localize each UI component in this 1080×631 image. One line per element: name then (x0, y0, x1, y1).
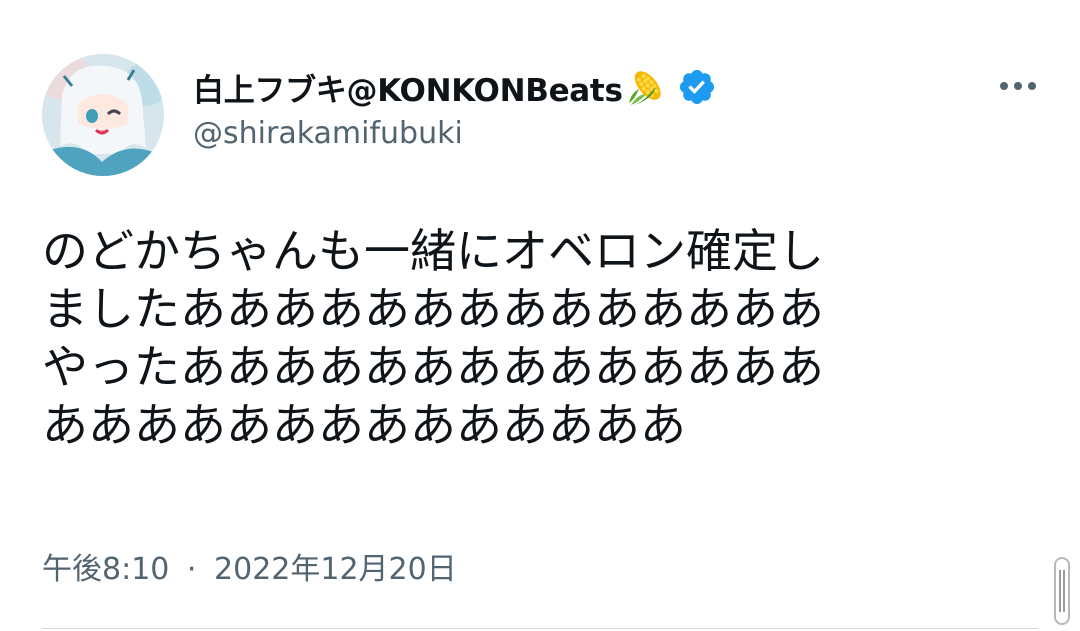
tweet-timestamp[interactable]: 午後8:10 · 2022年12月20日 (42, 544, 457, 588)
timestamp-separator: · (186, 552, 197, 587)
tweet-text-line: ああああああああああああああ (42, 398, 686, 452)
timestamp-date[interactable]: 2022年12月20日 (214, 552, 457, 587)
more-dots-icon (1000, 82, 1036, 90)
scrollbar-grip-icon (1054, 557, 1070, 625)
author-name-row[interactable]: 白上フブキ@KONKONBeats (193, 65, 717, 110)
avatar-image (42, 54, 164, 176)
avatar[interactable] (42, 54, 164, 176)
verified-badge-icon (677, 67, 717, 107)
timestamp-time[interactable]: 午後8:10 (42, 552, 169, 587)
scrollbar-handle[interactable] (1052, 556, 1072, 626)
author-handle[interactable]: @shirakamifubuki (193, 116, 463, 151)
tweet-text: のどかちゃんも一緒にオベロン確定し ましたああああああああああああああ やったあ… (42, 222, 1032, 454)
divider (42, 628, 1038, 629)
tweet-text-line: のどかちゃんも一緒にオベロン確定し (42, 224, 824, 278)
author-display-name[interactable]: 白上フブキ@KONKONBeats (193, 65, 623, 110)
corn-icon (625, 67, 669, 107)
more-options-button[interactable] (992, 66, 1044, 106)
tweet-text-line: やったああああああああああああああ (42, 340, 824, 394)
tweet-text-line: ましたああああああああああああああ (42, 282, 824, 336)
